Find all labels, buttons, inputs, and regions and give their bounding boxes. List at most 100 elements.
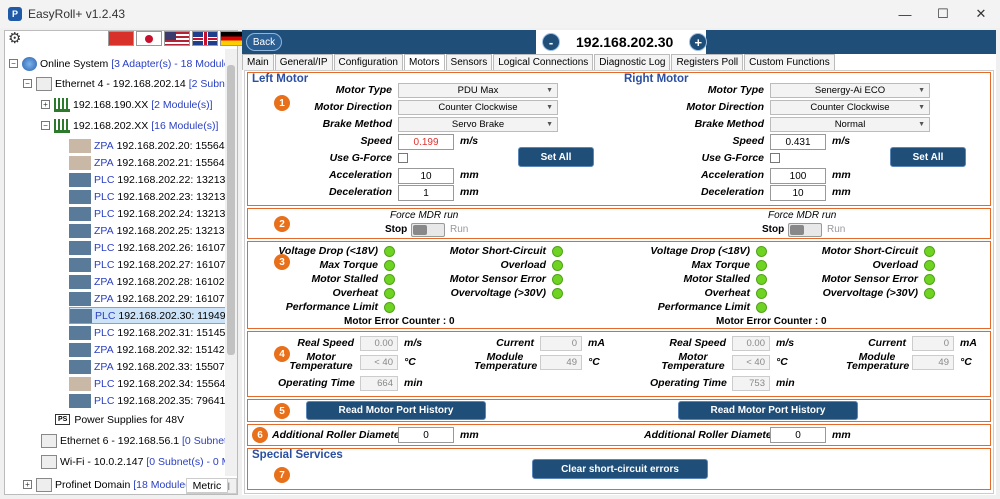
back-button[interactable]: Back: [246, 33, 282, 51]
app-logo-icon: P: [8, 7, 22, 21]
zpa-module-icon: [69, 274, 91, 289]
plc-module-icon: [69, 206, 91, 221]
next-module-button[interactable]: +: [689, 33, 708, 51]
plc-module-icon: [69, 376, 91, 391]
flag-china-icon[interactable]: [108, 31, 134, 46]
tree-node-module[interactable]: ZPA 192.168.202.28: 1610272: [69, 273, 227, 290]
tree-node-subnet-202[interactable]: − 192.168.202.XX [16 Module(s)]: [41, 117, 218, 134]
left-acceleration-input[interactable]: 10: [398, 168, 454, 184]
tree-node-subnet-190[interactable]: + 192.168.190.XX [2 Module(s)]: [41, 96, 213, 113]
tab-sensors[interactable]: Sensors: [445, 54, 493, 70]
tree-node-module[interactable]: ZPA 192.168.202.33: 1550737: [69, 358, 227, 375]
sensor-error-label: Motor Sensor Error: [821, 273, 918, 285]
motor-temperature-unit: °C: [404, 356, 416, 368]
tree-node-module[interactable]: PLC 192.168.202.31: 1514514: [69, 324, 227, 341]
settings-gear-icon[interactable]: ⚙: [8, 29, 21, 47]
motor-config-section: Left Motor Right Motor 1 Motor Type PDU …: [247, 72, 991, 206]
left-use-gforce-checkbox[interactable]: [398, 153, 408, 163]
tab-motors[interactable]: Motors: [403, 54, 445, 70]
tree-node-online-system[interactable]: − Online System [3 Adapter(s) - 18 Modul…: [9, 55, 227, 72]
right-sensor-error-led: [924, 274, 935, 285]
left-overload-led: [552, 260, 563, 271]
section-badge-6: 6: [252, 427, 268, 443]
flag-uk-icon[interactable]: [192, 31, 218, 46]
left-read-history-button[interactable]: Read Motor Port History: [306, 401, 486, 420]
current-unit: mA: [960, 337, 977, 349]
flag-usa-icon[interactable]: [164, 31, 190, 46]
tree-node-module[interactable]: PLC 192.168.202.27: 1610774: [69, 256, 227, 273]
motor-type-label: Motor Type: [707, 84, 764, 96]
tab-diagnostic-log[interactable]: Diagnostic Log: [594, 54, 671, 70]
right-deceleration-input[interactable]: 10: [770, 185, 826, 201]
right-force-mdr-label: Force MDR run: [768, 210, 837, 221]
left-additional-diameter-input[interactable]: 0: [398, 427, 454, 443]
tree-vertical-scrollbar[interactable]: [225, 49, 237, 476]
tab-registers-poll[interactable]: Registers Poll: [671, 54, 744, 70]
subnet-icon: [54, 97, 70, 112]
left-force-mdr-label: Force MDR run: [390, 210, 459, 221]
right-additional-diameter-input[interactable]: 0: [770, 427, 826, 443]
voltage-drop-label: Voltage Drop (<18V): [650, 245, 750, 257]
tree-node-ethernet-6[interactable]: Ethernet 6 - 192.168.56.1 [0 Subnet(s) -: [41, 432, 227, 449]
motor-stalled-label: Motor Stalled: [311, 273, 378, 285]
real-speed-label: Real Speed: [669, 337, 726, 349]
close-icon[interactable]: ✕: [962, 0, 1000, 28]
left-set-all-button[interactable]: Set All: [518, 147, 594, 167]
tree-node-module[interactable]: PLC 192.168.202.26: 1610781: [69, 239, 227, 256]
left-brake-method-select[interactable]: Servo Brake ▼: [398, 117, 558, 132]
previous-module-button[interactable]: -: [542, 33, 560, 51]
right-read-history-button[interactable]: Read Motor Port History: [678, 401, 858, 420]
tree-node-module[interactable]: ZPA 192.168.202.20: 1556435: [69, 137, 227, 154]
right-set-all-button[interactable]: Set All: [890, 147, 966, 167]
clear-short-circuit-button[interactable]: Clear short-circuit errors: [532, 459, 708, 479]
right-voltage-drop-led: [756, 246, 767, 257]
left-deceleration-input[interactable]: 1: [398, 185, 454, 201]
tree-node-wifi[interactable]: Wi-Fi - 10.0.2.147 [0 Subnet(s) - 0 Mod: [41, 453, 227, 470]
operating-time-unit: min: [776, 377, 795, 389]
tree-node-module[interactable]: ZPA 192.168.202.29: 1610780: [69, 290, 227, 307]
tree-node-module[interactable]: PLC 192.168.202.24: 1321327: [69, 205, 227, 222]
right-motor-temperature-value: < 40: [732, 355, 770, 370]
tab-general-ip[interactable]: General/IP: [274, 54, 333, 70]
flag-japan-icon[interactable]: [136, 31, 162, 46]
right-brake-method-select[interactable]: Normal ▼: [770, 117, 930, 132]
tree-node-module[interactable]: PLC 192.168.202.22: 1321335: [69, 171, 227, 188]
right-force-mdr-toggle[interactable]: [788, 223, 822, 237]
tree-node-module[interactable]: ZPA 192.168.202.32: 1514282: [69, 341, 227, 358]
tab-main[interactable]: Main: [242, 54, 274, 70]
right-motor-direction-select[interactable]: Counter Clockwise ▼: [770, 100, 930, 115]
tab-configuration[interactable]: Configuration: [333, 54, 403, 70]
units-metric-tab[interactable]: Metric: [185, 478, 229, 493]
tree-node-module-selected[interactable]: PLC 192.168.202.30: 1194954: [69, 307, 227, 324]
right-stop-label: Stop: [762, 224, 785, 235]
zpa-module-icon: [69, 342, 91, 357]
current-label: Current: [868, 337, 906, 349]
right-acceleration-input[interactable]: 100: [770, 168, 826, 184]
tree-node-module[interactable]: ZPA 192.168.202.21: 1556431: [69, 154, 227, 171]
tree-node-module[interactable]: PLC 192.168.202.23: 1321322: [69, 188, 227, 205]
network-adapter-icon: [41, 454, 57, 469]
right-use-gforce-checkbox[interactable]: [770, 153, 780, 163]
tab-custom-functions[interactable]: Custom Functions: [744, 54, 835, 70]
left-motor-type-select[interactable]: PDU Max ▼: [398, 83, 558, 98]
tree-node-power-supplies[interactable]: PS Power Supplies for 48V: [55, 411, 184, 428]
motor-temperature-label: Motor Temperature: [289, 351, 353, 372]
tree-node-module[interactable]: PLC 192.168.202.35: 796417: [69, 392, 227, 409]
left-overheat-led: [384, 288, 395, 299]
real-speed-unit: m/s: [404, 337, 423, 349]
left-motor-direction-select[interactable]: Counter Clockwise ▼: [398, 100, 558, 115]
right-motor-stalled-led: [756, 274, 767, 285]
tree-node-profinet[interactable]: + Profinet Domain [18 Module(s)]: [23, 476, 200, 493]
tree-node-module[interactable]: ZPA 192.168.202.25: 1321326: [69, 222, 227, 239]
overheat-label: Overheat: [704, 287, 750, 299]
motor-direction-label: Motor Direction: [686, 101, 764, 113]
tree-node-ethernet-4[interactable]: − Ethernet 4 - 192.168.202.14 [2 Subnet(…: [23, 75, 227, 92]
right-motor-type-select[interactable]: Senergy-Ai ECO ▼: [770, 83, 930, 98]
tab-logical-connections[interactable]: Logical Connections: [493, 54, 594, 70]
minimize-icon[interactable]: —: [886, 0, 924, 28]
right-speed-input[interactable]: 0.431: [770, 134, 826, 150]
tree-node-module[interactable]: PLC 192.168.202.34: 1556427: [69, 375, 227, 392]
left-speed-input[interactable]: 0.199: [398, 134, 454, 150]
left-force-mdr-toggle[interactable]: [411, 223, 445, 237]
maximize-icon[interactable]: ☐: [924, 0, 962, 28]
